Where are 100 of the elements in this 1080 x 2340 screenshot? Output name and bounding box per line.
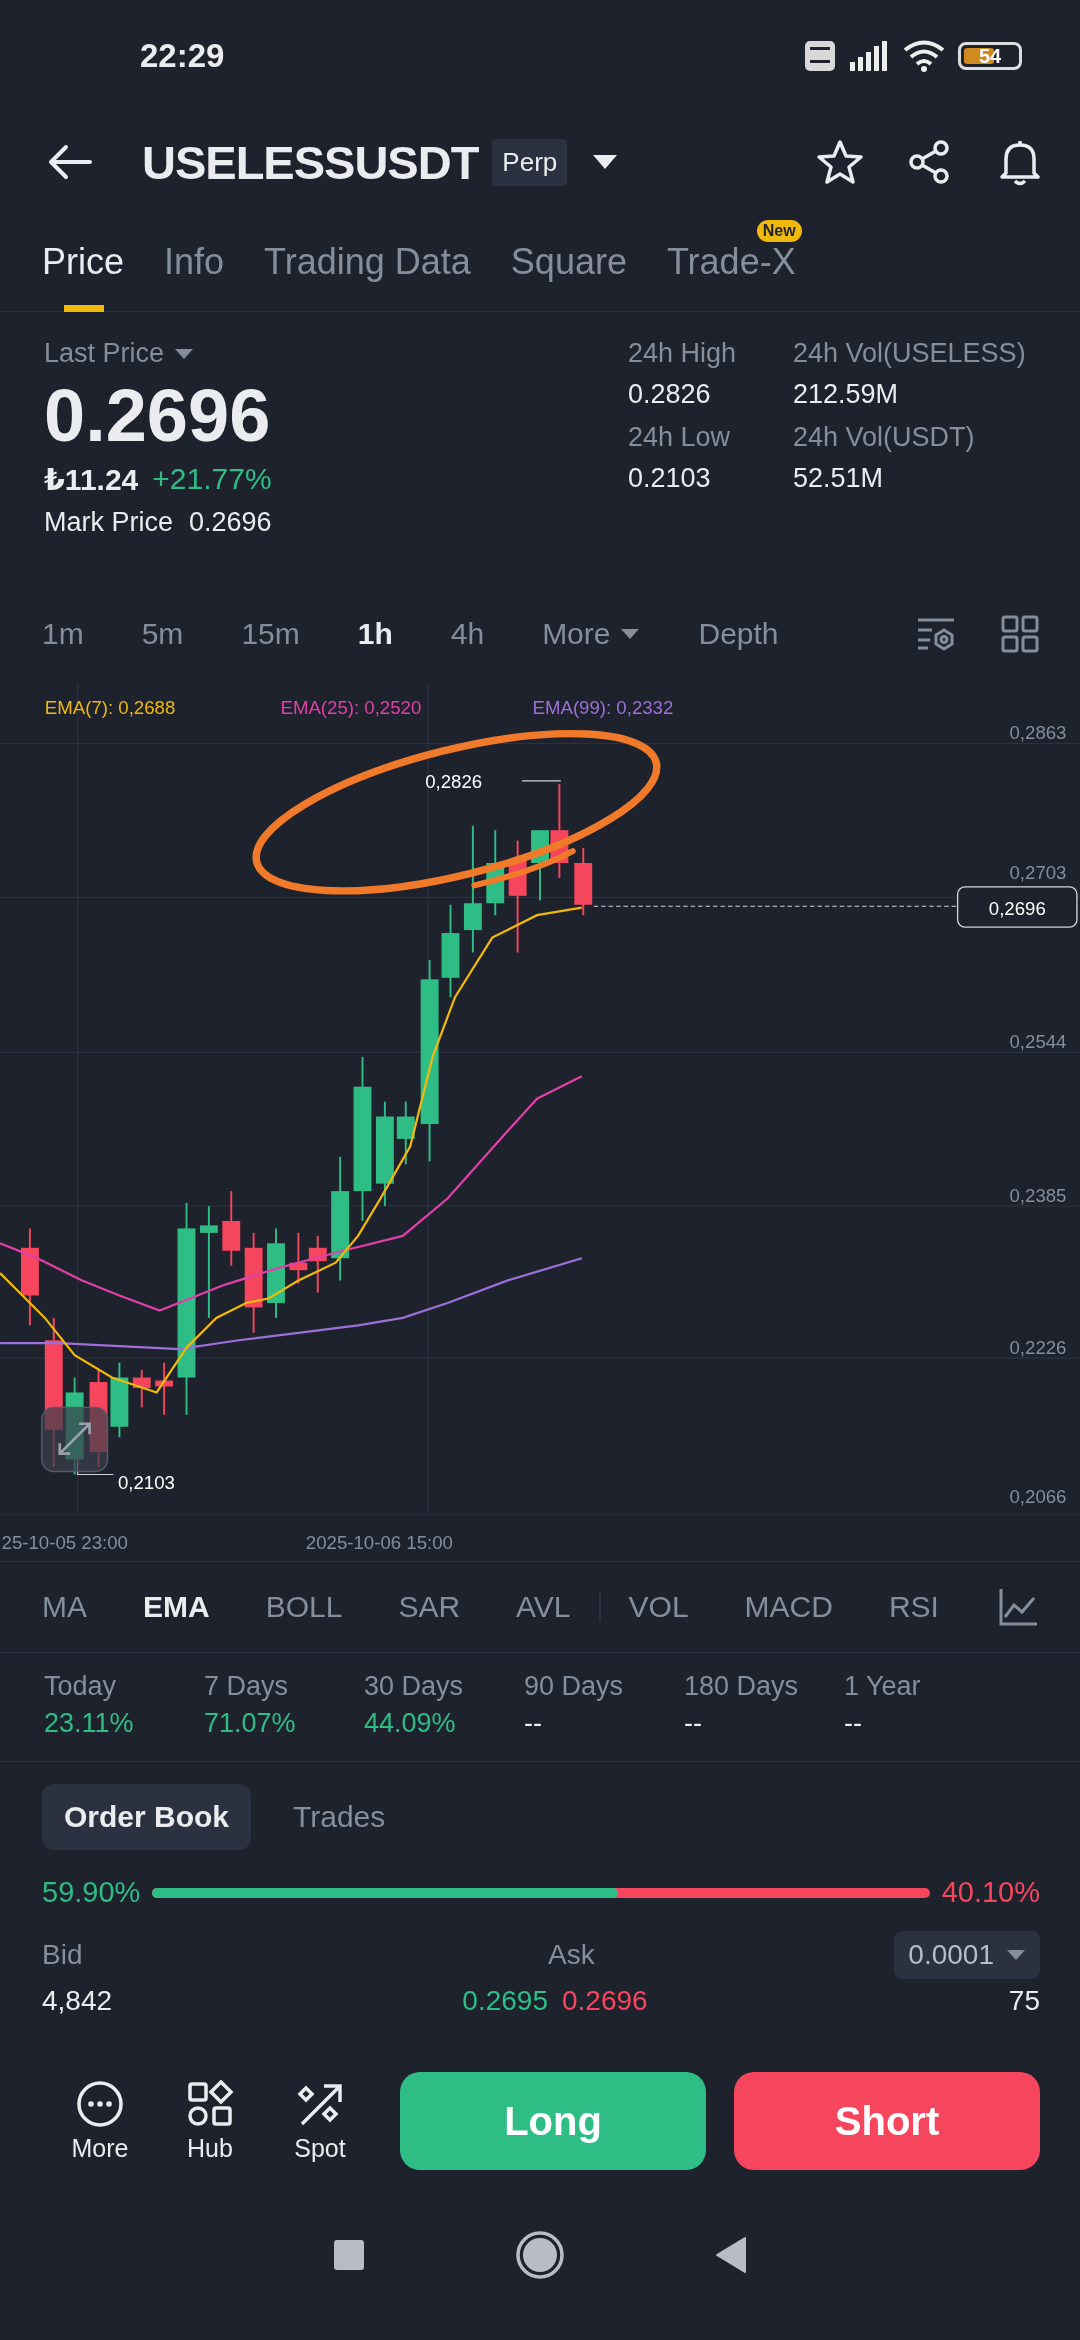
high-price-marker: 0,2826 (425, 771, 483, 793)
price-axis-label: 0,2863 (1009, 722, 1067, 744)
indicator-tab[interactable]: MACD (744, 1590, 833, 1624)
order-book-tab[interactable]: Order Book (42, 1784, 252, 1850)
period-label: 7 Days (204, 1671, 290, 1702)
back-arrow-icon[interactable] (48, 144, 92, 180)
current-price-value: 0,2696 (988, 898, 1046, 920)
tab[interactable]: Trading Data (264, 211, 471, 312)
price-axis-label: 0,2226 (1009, 1336, 1067, 1358)
stat-label: 24h Vol(USDT) (793, 422, 976, 453)
candlestick (396, 1100, 415, 1166)
stat-value: 52.51M (793, 463, 885, 494)
caret-icon[interactable] (591, 153, 620, 171)
bid-header: Bid (42, 1939, 84, 1971)
price-axis-label: 0,2066 (1009, 1485, 1067, 1507)
bottom-action[interactable]: More (58, 2079, 142, 2163)
period-label: 1 Year (844, 1671, 922, 1702)
more-icon (76, 2079, 124, 2128)
price-axis-label: 0,2544 (1009, 1030, 1067, 1052)
tab[interactable]: Price (42, 211, 125, 312)
local-price: ₺11.24 (44, 462, 139, 497)
star-icon[interactable] (816, 138, 864, 186)
new-badge: New (756, 219, 802, 242)
period-label: Today (44, 1671, 118, 1702)
period-change: -- (844, 1708, 863, 1739)
indicator-tab[interactable]: MA (42, 1590, 87, 1624)
caret-icon (1006, 1949, 1026, 1961)
bid-ratio: 59.90% (42, 1876, 141, 1909)
wifi-icon (902, 39, 946, 73)
stat-value: 0.2103 (628, 463, 712, 494)
period-label: 30 Days (364, 1671, 465, 1702)
indicator-tab[interactable]: RSI (888, 1590, 939, 1624)
indicator-tab[interactable]: SAR (398, 1590, 461, 1624)
grid-icon[interactable] (1000, 614, 1040, 654)
expand-icon[interactable] (41, 1406, 109, 1473)
interval-tab[interactable]: 5m (141, 617, 184, 651)
stat-label: 24h Low (628, 422, 732, 453)
time-axis-label: 2025-10-06 15:00 (305, 1532, 453, 1554)
stat-value: 212.59M (793, 379, 900, 410)
period-change: -- (524, 1708, 543, 1739)
period-label: 90 Days (524, 1671, 625, 1702)
home-icon[interactable] (515, 2230, 565, 2280)
mark-price-label: Mark Price (44, 507, 173, 538)
last-price: 0.2696 (44, 373, 272, 458)
status-time: 22:29 (140, 37, 225, 75)
last-price-label[interactable]: Last Price (44, 338, 165, 369)
interval-tab[interactable]: 1h (357, 617, 393, 651)
indicator-tab[interactable]: AVL (516, 1590, 571, 1624)
interval-tab[interactable]: More (542, 617, 641, 651)
ask-quantity: 75 (1008, 1985, 1040, 2017)
period-change: 44.09% (364, 1708, 457, 1739)
back-icon[interactable] (715, 2236, 747, 2274)
period-label: 180 Days (684, 1671, 800, 1702)
price-axis-label: 0,2385 (1009, 1184, 1067, 1206)
signal-icon (848, 40, 890, 72)
bottom-action[interactable]: Hub (168, 2079, 252, 2163)
symbol-title[interactable]: USELESSUSDT (142, 134, 479, 190)
precision-dropdown[interactable]: 0.0001 (894, 1931, 1040, 1979)
order-book-tab[interactable]: Trades (271, 1784, 408, 1850)
time-axis-label: 25-10-05 23:00 (1, 1532, 128, 1554)
ema-legend: EMA(25): 0,2520 (280, 696, 422, 718)
interval-tab[interactable]: Depth (698, 617, 779, 651)
ema-legend: EMA(99): 0,2332 (532, 696, 674, 718)
indicator-tab[interactable]: VOL (628, 1590, 689, 1624)
trade-button[interactable]: Long (400, 2072, 706, 2170)
low-price-marker: 0,2103 (117, 1472, 175, 1494)
bid-quantity: 4,842 (42, 1985, 114, 2017)
caret-icon (620, 628, 641, 640)
interval-tab[interactable]: 15m (241, 617, 300, 651)
period-change: 23.11% (44, 1708, 135, 1739)
period-change: -- (684, 1708, 703, 1739)
shapes-icon (186, 2079, 234, 2128)
indicator-tab[interactable]: EMA (143, 1590, 210, 1624)
stat-label: 24h High (628, 338, 738, 369)
bottom-action[interactable]: Spot (278, 2079, 362, 2163)
candlestick (132, 1369, 151, 1409)
candlestick (308, 1234, 327, 1294)
indicator-tab[interactable]: BOLL (265, 1590, 343, 1624)
interval-tab[interactable]: 4h (450, 617, 485, 651)
price-change: +21.77% (152, 462, 272, 497)
ask-price: 0.2696 (562, 1985, 648, 2017)
candlestick (289, 1231, 308, 1285)
tab[interactable]: Info (164, 211, 225, 312)
contract-tag: Perp (492, 138, 568, 186)
recents-icon[interactable] (333, 2239, 365, 2271)
leader-line (521, 780, 562, 782)
stat-label: 24h Vol(USELESS) (793, 338, 1027, 369)
price-axis-label: 0,2703 (1009, 862, 1067, 884)
tab[interactable]: Square (510, 211, 627, 312)
mark-price: 0.2696 (189, 507, 272, 538)
ema-legend: EMA(7): 0,2688 (44, 696, 176, 718)
candlestick (155, 1361, 174, 1416)
candlestick (574, 847, 593, 917)
period-change: 71.07% (204, 1708, 297, 1739)
interval-tab[interactable]: 1m (42, 617, 84, 651)
ask-header: Ask (548, 1939, 595, 1971)
trade-button[interactable]: Short (734, 2072, 1040, 2170)
candlestick-chart[interactable]: EMA(7): 0,2688 EMA(25): 0,2520 EMA(99): 0,2332 0,2863 0,2703 0,2544 0,2385 0,2226 0,2066 0,2696 0,2826 0,2103 25-10-05 23:00 2025-10-06 15:00 (0, 684, 1080, 1561)
line-chart-icon[interactable] (998, 1587, 1038, 1627)
bid-price: 0.2695 (461, 1985, 548, 2017)
